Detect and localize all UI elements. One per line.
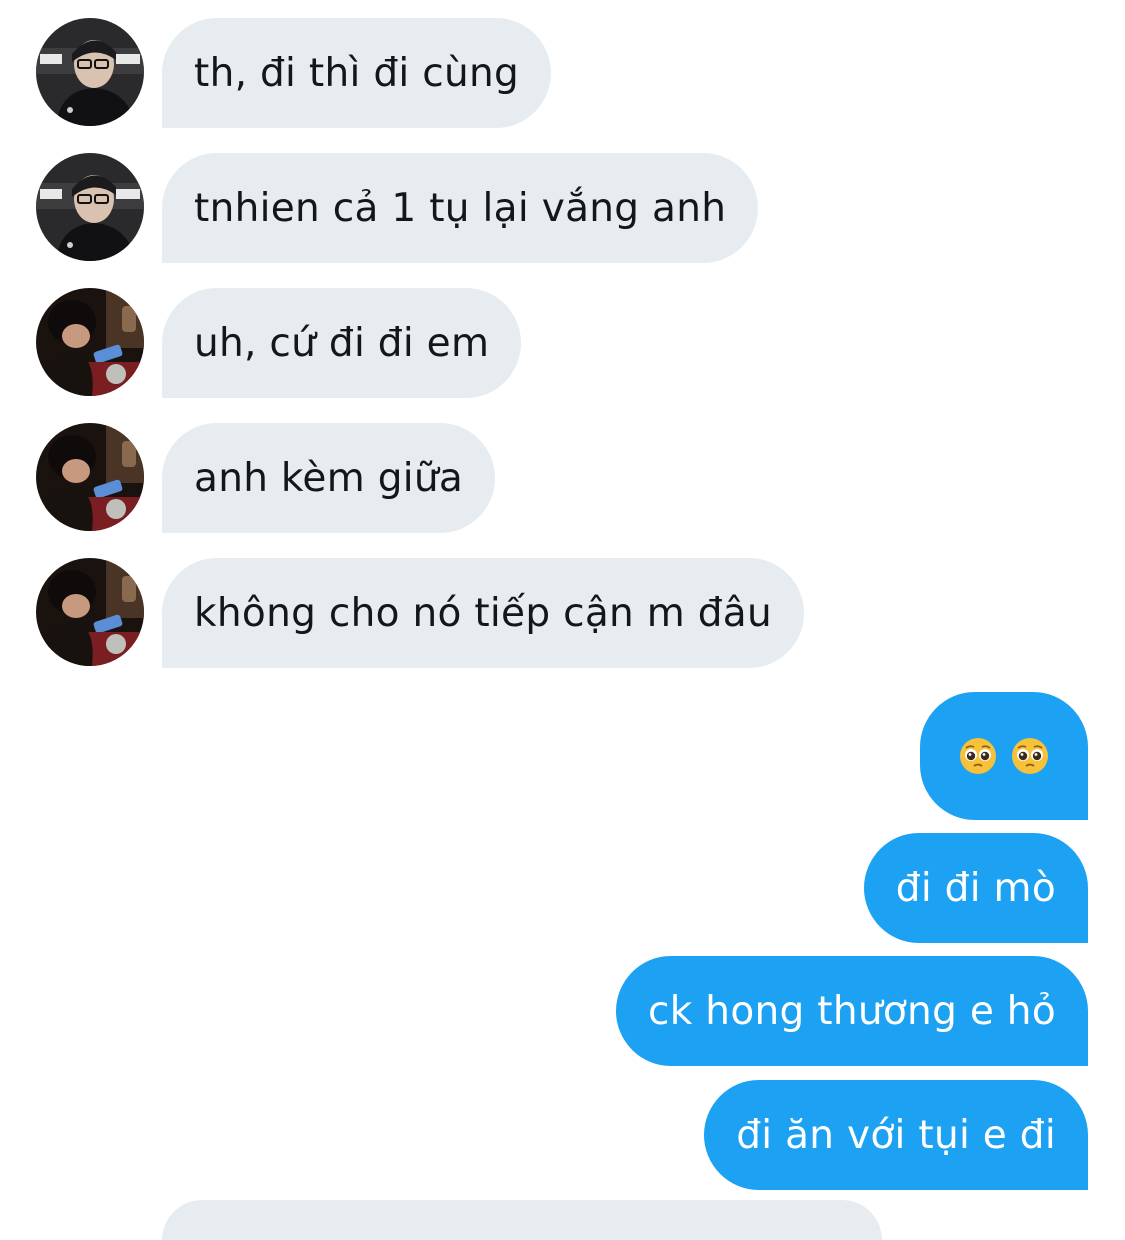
incoming-message-bubble[interactable]: anh kèm giữa <box>162 423 496 533</box>
incoming-message-bubble[interactable]: uh, cứ đi đi em <box>162 288 522 398</box>
sender-avatar[interactable] <box>36 153 144 261</box>
message-text: uh, cứ đi đi em <box>194 320 490 366</box>
sender-avatar[interactable] <box>36 423 144 531</box>
message-text: đi đi mò <box>895 865 1056 911</box>
incoming-message-bubble[interactable]: th, đi thì đi cùng <box>162 18 552 128</box>
message-text: th, đi thì đi cùng <box>194 50 520 96</box>
message-text: tnhien cả 1 tụ lại vắng anh <box>194 185 727 231</box>
message-text: ck hong thương e hỏ <box>647 988 1056 1034</box>
sender-avatar[interactable] <box>36 558 144 666</box>
pleading-face-emoji-icon <box>1010 736 1050 776</box>
outgoing-message-bubble[interactable] <box>920 692 1088 820</box>
message-text: không cho nó tiếp cận m đâu <box>194 590 773 636</box>
incoming-message-bubble[interactable]: không cho nó tiếp cận m đâu <box>162 558 805 668</box>
outgoing-message-bubble[interactable]: ck hong thương e hỏ <box>615 956 1088 1066</box>
message-text: anh kèm giữa <box>194 455 464 501</box>
sender-avatar[interactable] <box>36 288 144 396</box>
incoming-message-bubble[interactable]: tnhien cả 1 tụ lại vắng anh <box>162 153 759 263</box>
outgoing-message-bubble[interactable]: đi đi mò <box>863 833 1088 943</box>
outgoing-message-bubble[interactable]: đi ăn với tụi e đi <box>704 1080 1088 1190</box>
pleading-face-emoji-icon <box>958 736 998 776</box>
message-text: đi ăn với tụi e đi <box>736 1112 1056 1158</box>
sender-avatar[interactable] <box>36 18 144 126</box>
incoming-message-bubble-partial[interactable] <box>162 1200 882 1240</box>
